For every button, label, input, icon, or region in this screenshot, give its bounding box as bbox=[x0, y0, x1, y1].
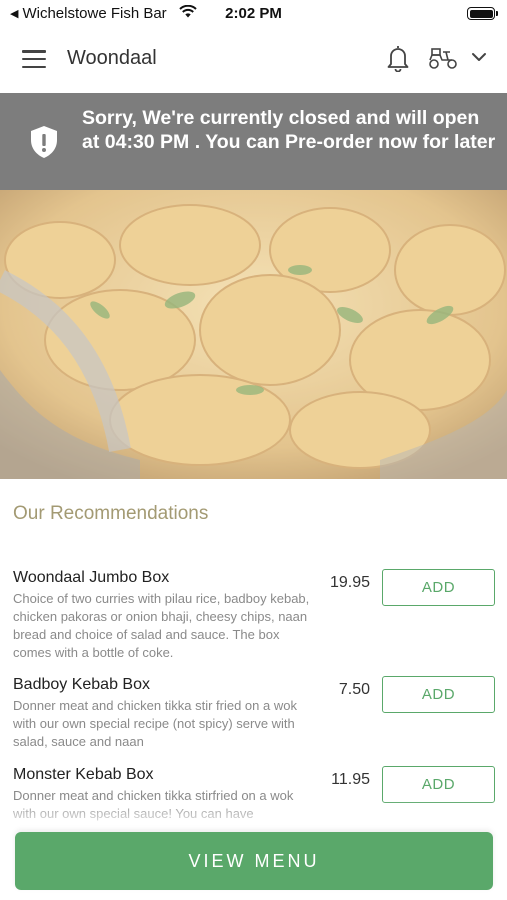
item-price: 11.95 bbox=[331, 771, 370, 788]
closed-message: Sorry, We're currently closed and will o… bbox=[82, 107, 496, 153]
hero-food-image bbox=[0, 190, 507, 479]
chevron-down-icon[interactable] bbox=[470, 50, 488, 68]
item-description: Choice of two curries with pilau rice, b… bbox=[13, 591, 310, 660]
status-time: 2:02 PM bbox=[225, 5, 282, 22]
item-name: Monster Kebab Box bbox=[13, 766, 154, 783]
scooter-icon[interactable] bbox=[428, 46, 458, 75]
recommendations-title: Our Recommendations bbox=[13, 503, 209, 524]
shield-alert-icon bbox=[30, 125, 58, 164]
bell-icon[interactable] bbox=[386, 44, 410, 77]
add-button[interactable]: ADD bbox=[382, 766, 495, 803]
closed-banner: Sorry, We're currently closed and will o… bbox=[0, 93, 507, 190]
view-menu-button[interactable]: VIEW MENU bbox=[15, 832, 493, 890]
menu-icon[interactable] bbox=[22, 50, 46, 68]
add-button[interactable]: ADD bbox=[382, 676, 495, 713]
battery-icon bbox=[467, 7, 498, 20]
item-price: 7.50 bbox=[338, 681, 370, 698]
status-bar: ◀ Wichelstowe Fish Bar 2:02 PM bbox=[0, 0, 507, 28]
item-description: Donner meat and chicken tikka stir fried… bbox=[13, 698, 297, 749]
item-name: Woondaal Jumbo Box bbox=[13, 569, 170, 586]
app-header: Woondaal bbox=[0, 28, 507, 92]
item-price: 19.95 bbox=[329, 574, 370, 591]
add-button[interactable]: ADD bbox=[382, 569, 495, 606]
item-name: Badboy Kebab Box bbox=[13, 676, 150, 693]
scroll-fade bbox=[0, 800, 507, 832]
restaurant-title: Woondaal bbox=[67, 47, 157, 69]
